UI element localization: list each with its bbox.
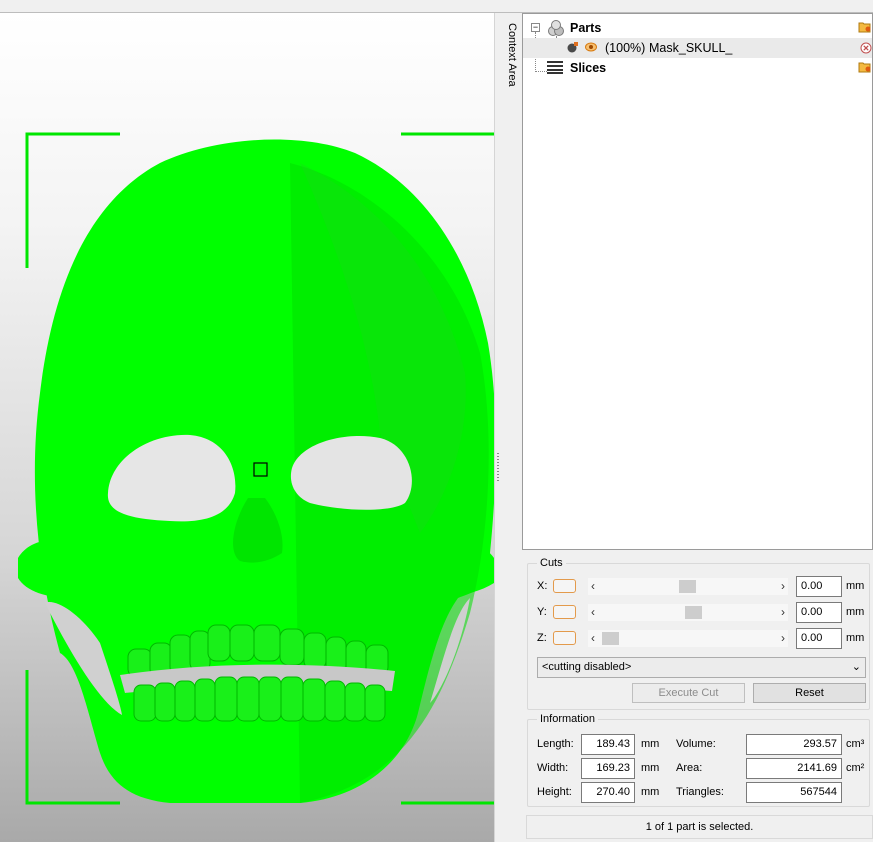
length-value: 189.43 xyxy=(581,734,635,755)
chevron-left-icon[interactable]: ‹ xyxy=(591,605,595,619)
x-axis-button[interactable] xyxy=(553,579,576,593)
part-object-icon xyxy=(567,42,578,53)
height-label: Height: xyxy=(537,786,572,798)
volume-unit: cm³ xyxy=(846,738,865,750)
volume-label: Volume: xyxy=(676,738,716,750)
z-unit: mm xyxy=(846,632,865,644)
height-value: 270.40 xyxy=(581,782,635,803)
x-cut-input[interactable]: 0.00 xyxy=(796,576,842,597)
triangles-value: 567544 xyxy=(746,782,842,803)
information-title: Information xyxy=(537,713,599,725)
x-unit: mm xyxy=(846,580,865,592)
cutting-mode-value: <cutting disabled> xyxy=(542,661,632,673)
width-unit: mm xyxy=(641,762,660,774)
top-toolbar-edge xyxy=(0,0,873,13)
x-axis-label: X: xyxy=(537,580,548,592)
cutting-mode-select[interactable]: <cutting disabled> ⌄ xyxy=(537,657,866,678)
scene-tree[interactable]: − Parts (100%) Mask_SKULL_ Slices xyxy=(522,13,873,550)
length-label: Length: xyxy=(537,738,574,750)
execute-cut-button[interactable]: Execute Cut xyxy=(632,683,745,703)
open-folder-icon[interactable] xyxy=(858,21,872,33)
y-cut-input[interactable]: 0.00 xyxy=(796,602,842,623)
z-cut-input[interactable]: 0.00 xyxy=(796,628,842,649)
chevron-right-icon[interactable]: › xyxy=(781,605,785,619)
y-axis-button[interactable] xyxy=(553,605,576,619)
chevron-left-icon[interactable]: ‹ xyxy=(591,631,595,645)
chevron-right-icon[interactable]: › xyxy=(781,631,785,645)
width-label: Width: xyxy=(537,762,569,774)
x-cut-slider[interactable]: ‹ › xyxy=(588,578,788,595)
length-unit: mm xyxy=(641,738,660,750)
open-folder-icon[interactable] xyxy=(858,61,872,73)
tree-item-part[interactable]: (100%) Mask_SKULL_ xyxy=(523,38,872,58)
slices-icon xyxy=(547,61,563,74)
y-cut-slider[interactable]: ‹ › xyxy=(588,604,788,621)
splitter-grip[interactable] xyxy=(497,453,499,483)
selection-status: 1 of 1 part is selected. xyxy=(526,815,873,839)
reset-button[interactable]: Reset xyxy=(753,683,866,703)
part-name: Mask_SKULL_ xyxy=(649,41,733,55)
y-axis-label: Y: xyxy=(537,606,547,618)
parts-icon xyxy=(548,20,564,36)
z-axis-label: Z: xyxy=(537,632,547,644)
chevron-left-icon[interactable]: ‹ xyxy=(591,579,595,593)
collapse-toggle[interactable]: − xyxy=(531,23,540,32)
chevron-right-icon[interactable]: › xyxy=(781,579,785,593)
height-unit: mm xyxy=(641,786,660,798)
information-group: Information Length: 189.43 mm Width: 169… xyxy=(527,713,870,807)
volume-value: 293.57 xyxy=(746,734,842,755)
area-unit: cm² xyxy=(846,762,865,774)
tree-item-slices[interactable]: Slices xyxy=(523,58,872,78)
chevron-down-icon: ⌄ xyxy=(851,661,861,673)
eye-icon[interactable] xyxy=(585,42,597,52)
z-axis-button[interactable] xyxy=(553,631,576,645)
tree-item-parts[interactable]: − Parts xyxy=(523,18,872,38)
area-value: 2141.69 xyxy=(746,758,842,779)
3d-viewport[interactable] xyxy=(0,13,494,842)
context-area-tab[interactable]: Context Area xyxy=(500,13,522,842)
triangles-label: Triangles: xyxy=(676,786,724,798)
area-label: Area: xyxy=(676,762,703,774)
parts-label: Parts xyxy=(570,21,602,35)
cuts-group: Cuts X: ‹ › 0.00 mm Y: ‹ › 0.00 mm Z: ‹ … xyxy=(527,557,870,710)
cuts-title: Cuts xyxy=(537,557,566,569)
y-slider-thumb[interactable] xyxy=(685,606,702,619)
z-slider-thumb[interactable] xyxy=(602,632,619,645)
part-percent: (100%) xyxy=(605,41,646,55)
x-slider-thumb[interactable] xyxy=(679,580,696,593)
slices-label: Slices xyxy=(570,61,607,75)
skull-model-render xyxy=(18,132,494,805)
width-value: 169.23 xyxy=(581,758,635,779)
z-cut-slider[interactable]: ‹ › xyxy=(588,630,788,647)
context-area-label: Context Area xyxy=(506,23,518,87)
remove-icon[interactable] xyxy=(860,42,872,54)
y-unit: mm xyxy=(846,606,865,618)
